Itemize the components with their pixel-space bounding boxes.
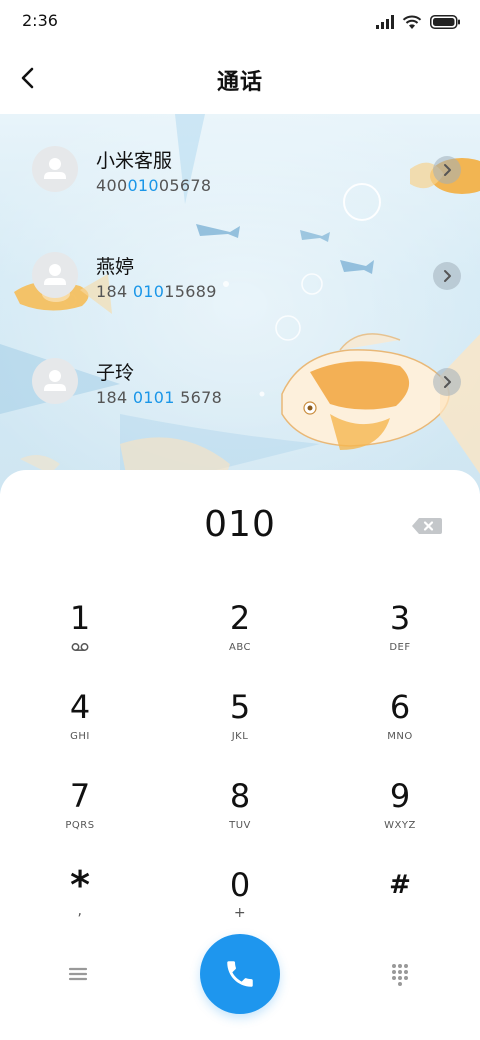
key-5[interactable]: 5 JKL <box>180 689 300 769</box>
contact-number: 184 0101 5678 <box>96 388 222 407</box>
contact-row[interactable]: 子玲 184 0101 5678 <box>0 358 480 458</box>
call-button[interactable] <box>200 934 280 1014</box>
key-digit: 6 <box>389 688 411 726</box>
number-match-highlight: 010 <box>132 282 165 301</box>
dialed-number: 010 <box>204 504 276 545</box>
contact-row[interactable]: 燕婷 184 01015689 <box>0 252 480 352</box>
chevron-right-icon <box>444 376 451 388</box>
key-letters: PQRS <box>65 820 95 831</box>
key-digit: * <box>70 863 90 907</box>
key-digit: # <box>389 870 411 900</box>
status-icons <box>376 12 460 32</box>
key-letters: , <box>77 903 83 919</box>
chevron-right-icon <box>444 270 451 282</box>
backspace-icon <box>412 518 442 534</box>
person-icon <box>44 370 66 391</box>
status-bar: 2:36 <box>0 0 480 44</box>
number-prefix: 400 <box>96 176 128 195</box>
person-icon <box>44 158 66 179</box>
contact-detail-button[interactable] <box>433 262 461 290</box>
key-9[interactable]: 9 WXYZ <box>340 778 460 858</box>
key-digit: 7 <box>69 777 91 815</box>
contact-name: 小米客服 <box>96 150 173 172</box>
matched-contacts-list: 小米客服 40001005678 燕婷 184 01015689 子玲 184 … <box>0 114 480 494</box>
contact-name: 燕婷 <box>96 256 135 278</box>
contact-number: 40001005678 <box>96 176 211 195</box>
key-letters: TUV <box>229 820 251 831</box>
key-2[interactable]: 2 ABC <box>180 600 300 680</box>
battery-icon <box>430 15 460 29</box>
key-digit: 8 <box>229 777 251 815</box>
contact-detail-button[interactable] <box>433 156 461 184</box>
number-match-highlight: 010 <box>127 176 159 195</box>
key-letters: + <box>233 905 247 921</box>
key-letters: JKL <box>231 731 249 742</box>
key-6[interactable]: 6 MNO <box>340 689 460 769</box>
key-3[interactable]: 3 DEF <box>340 600 460 680</box>
contact-row[interactable]: 小米客服 40001005678 <box>0 146 480 246</box>
phone-icon <box>227 961 253 987</box>
number-match-highlight: 0101 <box>132 388 175 407</box>
person-icon <box>44 264 66 285</box>
key-7[interactable]: 7 PQRS <box>20 778 140 858</box>
backspace-button[interactable] <box>410 514 444 538</box>
header: 通话 <box>0 44 480 114</box>
signal-icon <box>376 15 394 29</box>
number-suffix: 15689 <box>164 282 217 301</box>
key-digit: 5 <box>229 688 251 726</box>
dialer-panel: 010 1 2 ABC 3 DEF 4 GHI 5 JKL 6 MNO 7 PQ… <box>0 470 480 1040</box>
number-suffix: 5678 <box>174 388 223 407</box>
menu-icon <box>68 967 88 981</box>
key-digit: 0 <box>229 866 251 904</box>
key-letters: GHI <box>70 731 90 742</box>
contact-number: 184 01015689 <box>96 282 217 301</box>
chevron-right-icon <box>444 164 451 176</box>
key-1[interactable]: 1 <box>20 600 140 680</box>
key-4[interactable]: 4 GHI <box>20 689 140 769</box>
key-digit: 1 <box>69 599 91 637</box>
dialpad-toggle-button[interactable] <box>384 958 416 990</box>
wifi-icon <box>402 15 422 29</box>
number-prefix: 184 <box>96 282 133 301</box>
page-title: 通话 <box>216 70 263 95</box>
menu-button[interactable] <box>62 960 94 988</box>
status-time: 2:36 <box>22 11 58 30</box>
avatar <box>32 146 78 192</box>
key-letters: MNO <box>387 731 413 742</box>
voicemail-icon <box>71 643 89 651</box>
key-letters: ABC <box>228 642 251 653</box>
avatar <box>32 252 78 298</box>
key-letters: DEF <box>389 642 411 653</box>
key-digit: 2 <box>229 599 251 637</box>
contact-name: 子玲 <box>96 362 135 384</box>
number-prefix: 184 <box>96 388 133 407</box>
number-suffix: 05678 <box>158 176 212 195</box>
key-digit: 4 <box>69 688 91 726</box>
key-letters: WXYZ <box>384 820 416 831</box>
dialer-bottom-bar <box>0 932 480 1016</box>
key-digit: 3 <box>389 599 411 637</box>
contact-detail-button[interactable] <box>433 368 461 396</box>
dialpad-icon <box>392 964 408 986</box>
key-8[interactable]: 8 TUV <box>180 778 300 858</box>
avatar <box>32 358 78 404</box>
key-digit: 9 <box>389 777 411 815</box>
